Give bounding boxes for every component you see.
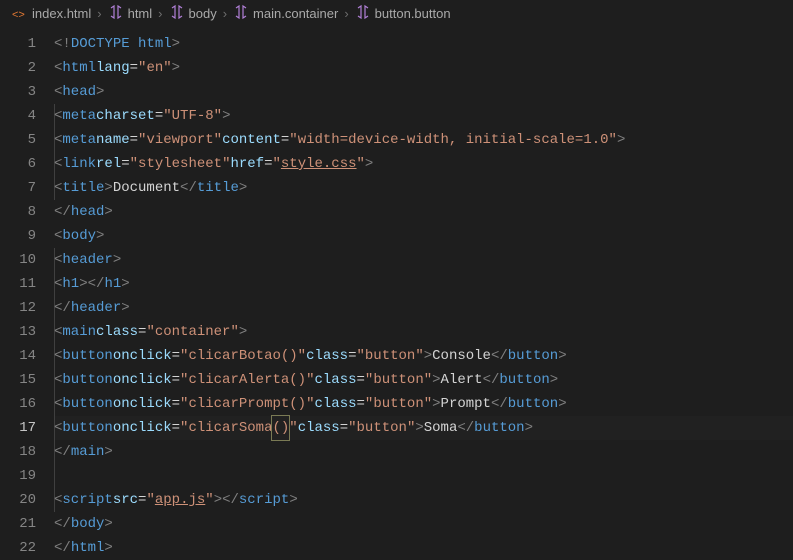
chevron-right-icon: ›	[223, 6, 227, 21]
breadcrumb-item-body[interactable]: body	[169, 4, 217, 23]
breadcrumb-item-button[interactable]: button.button	[355, 4, 451, 23]
code-line[interactable]: <html lang="en">	[54, 56, 793, 80]
line-number: 22	[0, 536, 36, 560]
code-line[interactable]: </body>	[54, 512, 793, 536]
breadcrumb-item-html[interactable]: html	[108, 4, 153, 23]
code-line[interactable]: </header>	[54, 296, 793, 320]
breadcrumb-file[interactable]: <> index.html	[12, 6, 91, 22]
code-line[interactable]: <meta charset="UTF-8">	[54, 104, 793, 128]
svg-text:<>: <>	[12, 9, 25, 21]
breadcrumb-label: body	[189, 6, 217, 21]
code-line[interactable]: <link rel="stylesheet" href="style.css">	[54, 152, 793, 176]
code-line[interactable]: <button onclick="clicarAlerta()" class="…	[54, 368, 793, 392]
line-number: 11	[0, 272, 36, 296]
line-number-gutter: 12345678910111213141516171819202122	[0, 32, 54, 560]
line-number: 17	[0, 416, 36, 440]
line-number: 12	[0, 296, 36, 320]
chevron-right-icon: ›	[344, 6, 348, 21]
line-number: 4	[0, 104, 36, 128]
code-line[interactable]: </main>	[54, 440, 793, 464]
code-line[interactable]: <meta name="viewport" content="width=dev…	[54, 128, 793, 152]
line-number: 13	[0, 320, 36, 344]
code-line[interactable]: <main class="container">	[54, 320, 793, 344]
symbol-icon	[233, 4, 249, 23]
line-number: 9	[0, 224, 36, 248]
line-number: 10	[0, 248, 36, 272]
line-number: 5	[0, 128, 36, 152]
code-line[interactable]: <header>	[54, 248, 793, 272]
breadcrumb-label: button.button	[375, 6, 451, 21]
symbol-icon	[355, 4, 371, 23]
code-line[interactable]: </head>	[54, 200, 793, 224]
line-number: 6	[0, 152, 36, 176]
chevron-right-icon: ›	[97, 6, 101, 21]
code-line[interactable]: <button onclick="clicarSoma()" class="bu…	[54, 416, 793, 440]
chevron-right-icon: ›	[158, 6, 162, 21]
code-line[interactable]: <body>	[54, 224, 793, 248]
breadcrumb-label: main.container	[253, 6, 338, 21]
line-number: 16	[0, 392, 36, 416]
line-number: 21	[0, 512, 36, 536]
code-line[interactable]: <title>Document</title>	[54, 176, 793, 200]
line-number: 14	[0, 344, 36, 368]
line-number: 1	[0, 32, 36, 56]
line-number: 19	[0, 464, 36, 488]
breadcrumb-label: html	[128, 6, 153, 21]
symbol-icon	[108, 4, 124, 23]
file-icon: <>	[12, 6, 28, 22]
code-area[interactable]: <!DOCTYPE html><html lang="en"><head> <m…	[54, 32, 793, 560]
line-number: 8	[0, 200, 36, 224]
line-number: 2	[0, 56, 36, 80]
code-line[interactable]: <!DOCTYPE html>	[54, 32, 793, 56]
line-number: 20	[0, 488, 36, 512]
code-editor[interactable]: 12345678910111213141516171819202122 <!DO…	[0, 28, 793, 560]
breadcrumb-file-label: index.html	[32, 6, 91, 21]
line-number: 18	[0, 440, 36, 464]
code-line[interactable]: </html>	[54, 536, 793, 560]
code-line[interactable]: <head>	[54, 80, 793, 104]
code-line[interactable]	[54, 464, 793, 488]
line-number: 3	[0, 80, 36, 104]
code-line[interactable]: <h1></h1>	[54, 272, 793, 296]
line-number: 7	[0, 176, 36, 200]
code-line[interactable]: <button onclick="clicarBotao()" class="b…	[54, 344, 793, 368]
breadcrumb-item-main[interactable]: main.container	[233, 4, 338, 23]
symbol-icon	[169, 4, 185, 23]
code-line[interactable]: <script src="app.js"></script>	[54, 488, 793, 512]
code-line[interactable]: <button onclick="clicarPrompt()" class="…	[54, 392, 793, 416]
breadcrumb: <> index.html › html › body › main.conta…	[0, 0, 793, 28]
line-number: 15	[0, 368, 36, 392]
